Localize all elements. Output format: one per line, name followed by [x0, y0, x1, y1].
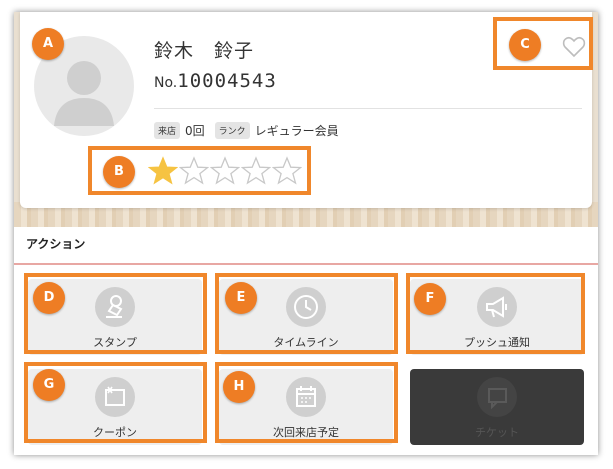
annotation-badge-e: E: [225, 282, 257, 314]
annotation-badge-h: H: [223, 371, 255, 403]
annotation-badge-d: D: [33, 282, 65, 314]
member-info-row: 来店 0回 ランク レギュラー会員: [154, 122, 349, 139]
star-empty-icon[interactable]: [272, 156, 302, 186]
megaphone-icon: [486, 296, 507, 318]
app-frame: 鈴木 鈴子 No.10004543 来店 0回 ランク レギュラー会員 アクショ…: [14, 12, 598, 455]
visits-tag: 来店: [154, 122, 181, 139]
coupon-icon: [105, 386, 125, 406]
next-visit-label: 次回来店予定: [273, 426, 339, 439]
actions-panel: アクション スタンプ タイムライン プッシュ通知 クーポン 次回来店予定 チケッ…: [14, 227, 598, 455]
actions-title: アクション: [14, 227, 598, 265]
clock-icon: [294, 295, 318, 319]
stamp-label: スタンプ: [93, 336, 137, 349]
member-number-value: 10004543: [177, 70, 277, 92]
member-number-prefix: No.: [154, 75, 178, 91]
star-filled-icon[interactable]: [148, 156, 178, 186]
member-name: 鈴木 鈴子: [154, 40, 255, 62]
coupon-label: クーポン: [93, 426, 137, 439]
ticket-button[interactable]: チケット: [410, 369, 584, 445]
star-empty-icon[interactable]: [241, 156, 271, 186]
annotation-badge-c: C: [509, 29, 541, 61]
visits-value: 0回: [185, 124, 205, 138]
divider: [154, 108, 582, 109]
rank-value: レギュラー会員: [254, 124, 339, 138]
annotation-badge-a: A: [32, 28, 64, 60]
calendar-icon: [296, 386, 316, 407]
timeline-label: タイムライン: [273, 336, 339, 349]
stamp-icon: [106, 295, 123, 318]
annotation-badge-b: B: [103, 156, 135, 188]
annotation-badge-f: F: [414, 283, 446, 315]
member-number: No.10004543: [154, 70, 277, 92]
ticket-icon: [488, 388, 507, 410]
star-rating[interactable]: [148, 156, 303, 186]
heart-icon[interactable]: [562, 36, 586, 58]
star-empty-icon[interactable]: [210, 156, 240, 186]
ticket-label: チケット: [475, 426, 519, 439]
push-notification-label: プッシュ通知: [464, 336, 530, 349]
star-empty-icon[interactable]: [179, 156, 209, 186]
rank-tag: ランク: [214, 122, 250, 139]
annotation-badge-g: G: [33, 369, 65, 401]
